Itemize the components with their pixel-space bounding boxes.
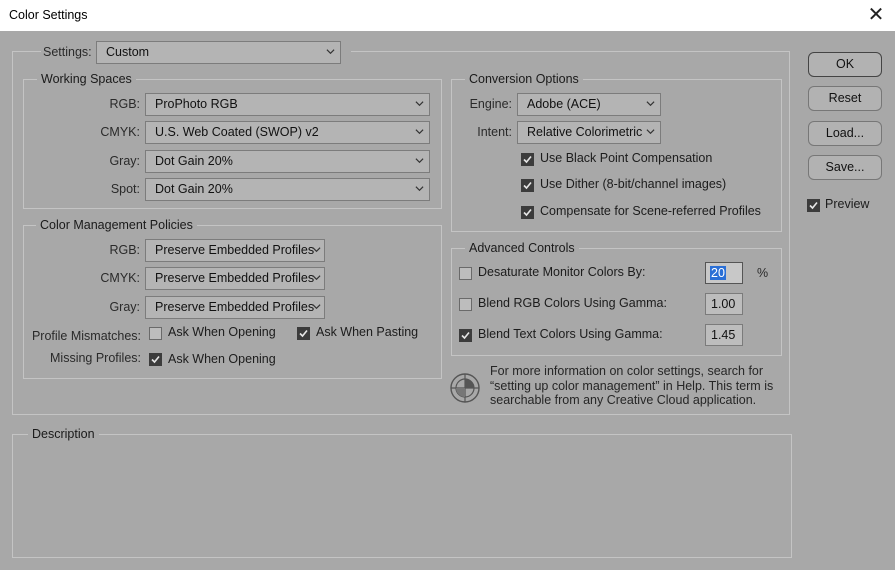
policies-legend: Color Management Policies [36, 218, 197, 232]
mismatch-open-checkbox[interactable] [149, 327, 162, 340]
settings-label: Settings: [41, 45, 97, 59]
chevron-down-icon [646, 101, 655, 107]
missing-open-label[interactable]: Ask When Opening [168, 352, 276, 366]
window-title: Color Settings [9, 8, 88, 22]
chevron-down-icon [646, 129, 655, 135]
blend-text-input[interactable]: 1.45 [705, 324, 743, 346]
pol-cmyk-value: Preserve Embedded Profiles [155, 271, 315, 285]
mismatch-paste-checkbox[interactable] [297, 327, 310, 340]
conversion-legend: Conversion Options [465, 72, 583, 86]
engine-label: Engine: [469, 97, 512, 111]
missing-open-checkbox[interactable] [149, 353, 162, 366]
ws-gray-label: Gray: [109, 154, 140, 168]
description-group [12, 434, 792, 558]
checkmark-icon [523, 181, 532, 190]
profile-mismatches-label: Profile Mismatches: [31, 329, 141, 343]
chevron-down-icon [415, 129, 424, 135]
percent-unit: % [757, 266, 769, 280]
desaturate-value: 20 [710, 266, 726, 280]
settings-value: Custom [106, 45, 150, 59]
load-button[interactable]: Load... [808, 121, 882, 146]
ws-rgb-dropdown[interactable]: ProPhoto RGB [145, 93, 430, 116]
color-wheel-icon [450, 373, 480, 403]
pol-rgb-label: RGB: [109, 243, 140, 257]
scene-referred-label[interactable]: Compensate for Scene-referred Profiles [540, 204, 761, 218]
blend-rgb-checkbox[interactable] [459, 298, 472, 311]
checkmark-icon [523, 155, 532, 164]
working-spaces-legend: Working Spaces [37, 72, 136, 86]
checkmark-icon [809, 201, 818, 210]
title-bar: Color Settings ✕ [0, 0, 895, 32]
pol-gray-dropdown[interactable]: Preserve Embedded Profiles [145, 296, 325, 319]
black-point-checkbox[interactable] [521, 153, 534, 166]
ws-gray-value: Dot Gain 20% [155, 154, 233, 168]
missing-profiles-label: Missing Profiles: [50, 351, 141, 365]
chevron-down-icon [312, 247, 321, 253]
intent-value: Relative Colorimetric [527, 125, 643, 139]
ws-spot-label: Spot: [110, 182, 140, 196]
desaturate-label[interactable]: Desaturate Monitor Colors By: [478, 265, 645, 279]
black-point-label[interactable]: Use Black Point Compensation [540, 151, 712, 165]
ws-gray-dropdown[interactable]: Dot Gain 20% [145, 150, 430, 173]
settings-dropdown[interactable]: Custom [96, 41, 341, 64]
scene-referred-checkbox[interactable] [521, 206, 534, 219]
dither-checkbox[interactable] [521, 179, 534, 192]
dither-label[interactable]: Use Dither (8-bit/channel images) [540, 177, 726, 191]
ws-cmyk-label: CMYK: [100, 125, 140, 139]
mismatch-open-label[interactable]: Ask When Opening [168, 325, 276, 339]
pol-gray-label: Gray: [109, 300, 140, 314]
preview-checkbox[interactable] [807, 199, 820, 212]
engine-value: Adobe (ACE) [527, 97, 601, 111]
description-legend: Description [28, 427, 99, 441]
desaturate-input[interactable]: 20 [705, 262, 743, 284]
ws-cmyk-dropdown[interactable]: U.S. Web Coated (SWOP) v2 [145, 121, 430, 144]
frame-gap [341, 51, 351, 53]
checkmark-icon [299, 329, 308, 338]
ws-rgb-label: RGB: [109, 97, 140, 111]
pol-gray-value: Preserve Embedded Profiles [155, 300, 315, 314]
close-icon[interactable]: ✕ [863, 2, 889, 28]
intent-dropdown[interactable]: Relative Colorimetric [517, 121, 661, 144]
mismatch-paste-label[interactable]: Ask When Pasting [316, 325, 418, 339]
checkmark-icon [151, 355, 160, 364]
intent-label: Intent: [477, 125, 512, 139]
advanced-legend: Advanced Controls [465, 241, 579, 255]
blend-rgb-input[interactable]: 1.00 [705, 293, 743, 315]
preview-label[interactable]: Preview [825, 197, 869, 211]
blend-rgb-label[interactable]: Blend RGB Colors Using Gamma: [478, 296, 667, 310]
blend-text-label[interactable]: Blend Text Colors Using Gamma: [478, 327, 663, 341]
reset-button[interactable]: Reset [808, 86, 882, 111]
save-button[interactable]: Save... [808, 155, 882, 180]
chevron-down-icon [415, 186, 424, 192]
pol-cmyk-label: CMYK: [100, 271, 140, 285]
ws-rgb-value: ProPhoto RGB [155, 97, 238, 111]
ws-spot-dropdown[interactable]: Dot Gain 20% [145, 178, 430, 201]
chevron-down-icon [312, 275, 321, 281]
blend-text-checkbox[interactable] [459, 329, 472, 342]
chevron-down-icon [312, 304, 321, 310]
chevron-down-icon [415, 101, 424, 107]
checkmark-icon [523, 208, 532, 217]
ok-button[interactable]: OK [808, 52, 882, 77]
chevron-down-icon [415, 158, 424, 164]
desaturate-checkbox[interactable] [459, 267, 472, 280]
pol-cmyk-dropdown[interactable]: Preserve Embedded Profiles [145, 267, 325, 290]
chevron-down-icon [326, 49, 335, 55]
checkmark-icon [461, 331, 470, 340]
ws-cmyk-value: U.S. Web Coated (SWOP) v2 [155, 125, 319, 139]
help-info-text: For more information on color settings, … [490, 364, 774, 407]
pol-rgb-value: Preserve Embedded Profiles [155, 243, 315, 257]
pol-rgb-dropdown[interactable]: Preserve Embedded Profiles [145, 239, 325, 262]
ws-spot-value: Dot Gain 20% [155, 182, 233, 196]
engine-dropdown[interactable]: Adobe (ACE) [517, 93, 661, 116]
